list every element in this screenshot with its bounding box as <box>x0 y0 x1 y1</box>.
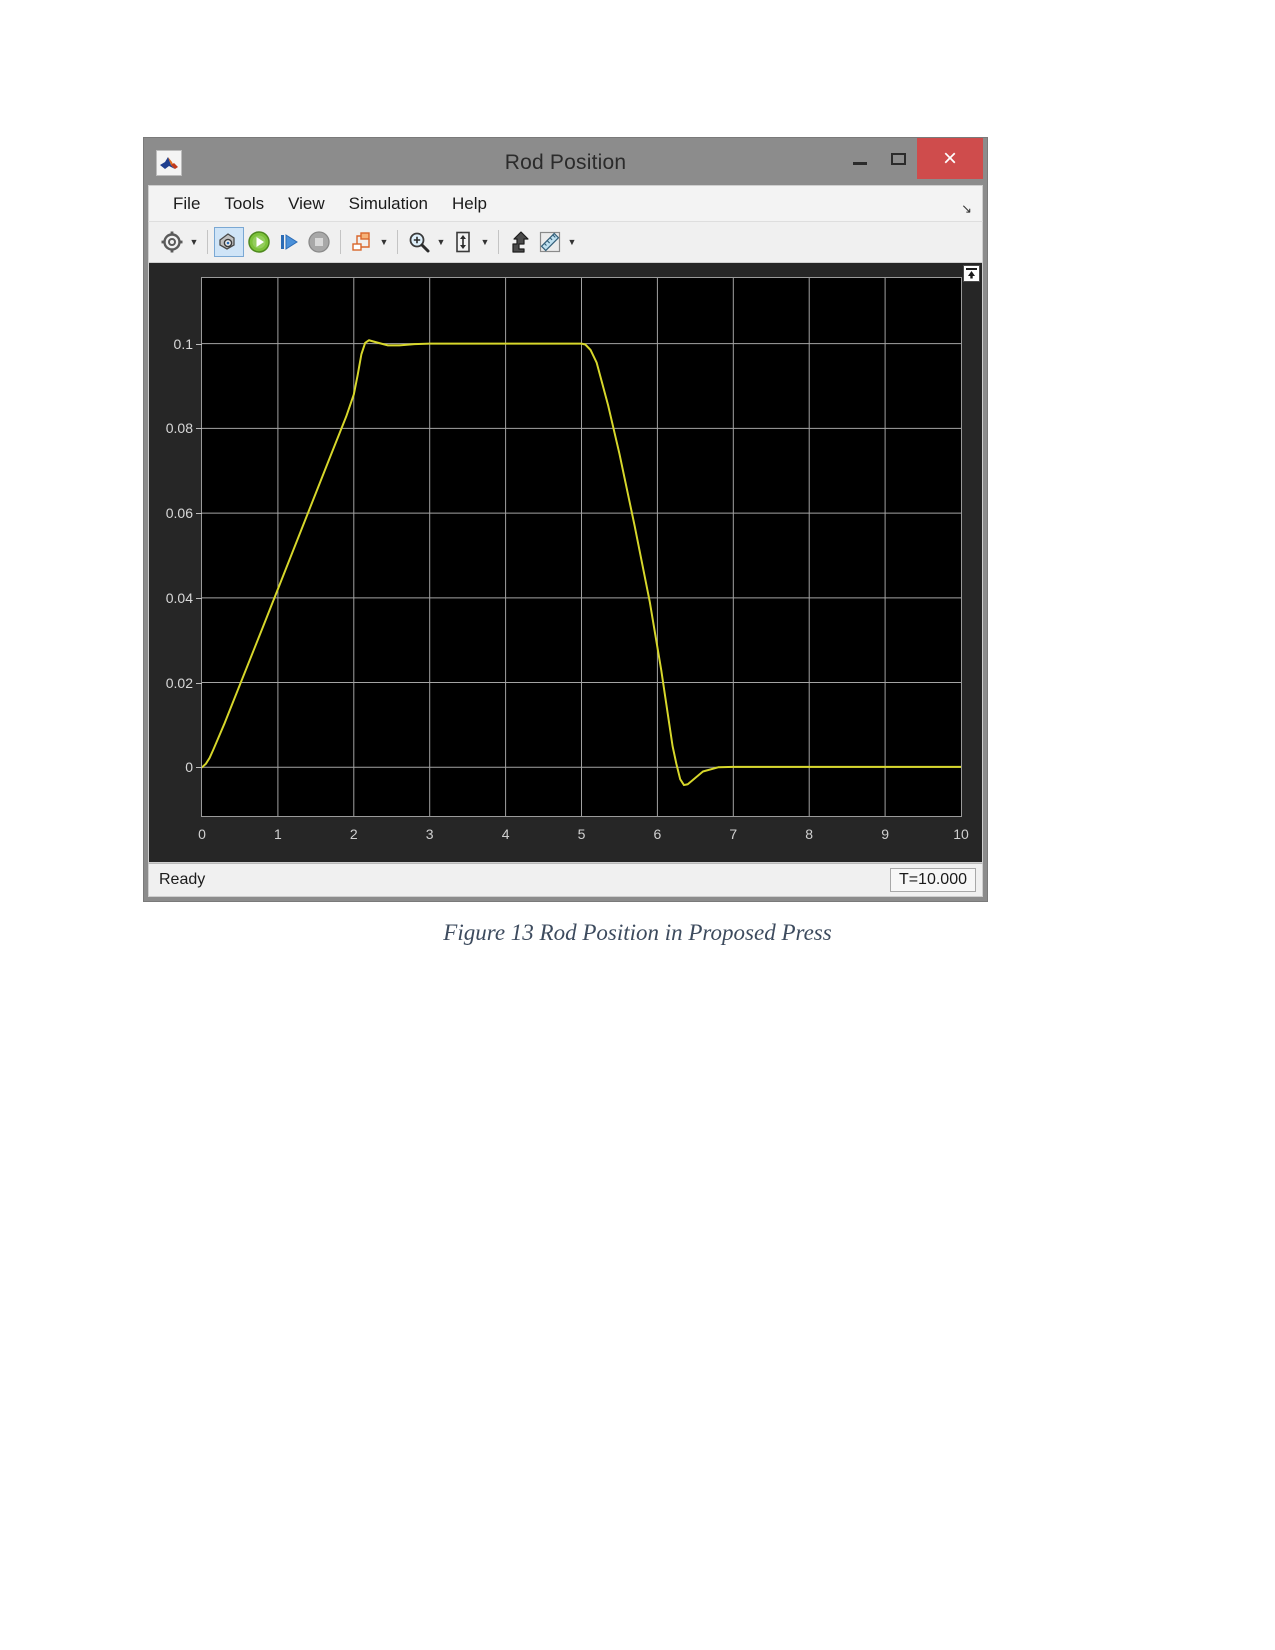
x-tick-label: 8 <box>805 826 814 842</box>
menu-item-help[interactable]: Help <box>440 191 499 217</box>
window-controls: × <box>841 138 983 179</box>
y-tick-label: 0 <box>185 759 193 776</box>
toolbar-separator <box>397 230 398 254</box>
zoom-in-icon <box>409 232 430 253</box>
x-tick-label: 6 <box>653 826 662 842</box>
y-tick-label: 0.02 <box>165 674 193 691</box>
x-tick-label: 1 <box>273 826 282 842</box>
menu-item-tools[interactable]: Tools <box>212 191 276 217</box>
y-tick-label: 0.06 <box>165 505 193 522</box>
signal-selection-icon <box>352 232 370 251</box>
simulink-link-button[interactable] <box>214 227 244 257</box>
scope-window: Rod Position × File Tools View Simulatio… <box>143 137 988 902</box>
menu-item-simulation[interactable]: Simulation <box>337 191 440 217</box>
autoscale-icon <box>456 231 470 253</box>
menu-item-view[interactable]: View <box>276 191 337 217</box>
stop-button[interactable] <box>304 227 334 257</box>
y-tick-label: 0.04 <box>165 589 193 606</box>
x-tick-label: 2 <box>349 826 358 842</box>
cursor-measurements-dropdown[interactable]: ▼ <box>565 228 579 256</box>
step-forward-icon <box>281 234 298 250</box>
close-icon: × <box>942 144 957 172</box>
simulation-time-display: T=10.000 <box>889 868 976 892</box>
autoscale-button[interactable] <box>448 227 478 257</box>
minimize-button[interactable] <box>841 138 879 179</box>
y-tick-mark <box>196 597 202 599</box>
toolbar-separator <box>207 230 208 254</box>
y-tick-label: 0.1 <box>173 335 193 352</box>
y-tick-mark <box>196 343 202 345</box>
toolbar-separator <box>340 230 341 254</box>
y-tick-label: 0.08 <box>165 420 193 437</box>
configuration-properties-button[interactable] <box>157 227 187 257</box>
toolbar-separator <box>498 230 499 254</box>
ruler-icon <box>539 231 561 253</box>
configuration-properties-dropdown[interactable]: ▼ <box>187 228 201 256</box>
status-bar: Ready T=10.000 <box>148 863 983 897</box>
highlight-signal-button[interactable] <box>505 227 535 257</box>
x-tick-label: 5 <box>577 826 586 842</box>
run-button[interactable] <box>244 227 274 257</box>
y-tick-mark <box>196 767 202 769</box>
x-tick-label: 9 <box>881 826 889 842</box>
x-tick-label: 0 <box>198 826 206 842</box>
y-tick-mark <box>196 682 202 684</box>
stop-icon <box>308 231 330 253</box>
signal-selection-dropdown[interactable]: ▼ <box>377 228 391 256</box>
cursor-measurements-button[interactable] <box>535 227 565 257</box>
gear-icon <box>161 231 183 253</box>
signal-selection-button[interactable] <box>347 227 377 257</box>
window-titlebar: Rod Position × <box>148 138 983 185</box>
x-tick-label: 7 <box>729 826 738 842</box>
menu-item-file[interactable]: File <box>161 191 212 217</box>
plot-panel: 0 0.02 0.04 0.06 0.08 0.1 0 1 2 3 4 5 6 7 8 9 10 <box>148 263 983 863</box>
highlight-signal-icon <box>512 231 529 253</box>
x-tick-label: 10 <box>953 826 969 842</box>
status-message: Ready <box>159 871 206 888</box>
play-icon <box>248 231 270 253</box>
x-tick-label: 4 <box>501 826 510 842</box>
close-button[interactable]: × <box>917 138 983 179</box>
plot-canvas <box>201 278 962 816</box>
y-tick-mark <box>196 513 202 515</box>
zoom-in-dropdown[interactable]: ▼ <box>434 228 448 256</box>
autoscale-dropdown[interactable]: ▼ <box>478 228 492 256</box>
maximize-button[interactable] <box>879 138 917 179</box>
toolbar: ▼ ▼ ▼ ▼ ▼ <box>148 221 983 263</box>
x-tick-label: 3 <box>425 826 434 842</box>
plot-axes[interactable]: 0 0.02 0.04 0.06 0.08 0.1 0 1 2 3 4 5 6 7 8 9 10 <box>166 277 969 842</box>
document-page: Rod Position × File Tools View Simulatio… <box>0 0 1275 1650</box>
step-forward-button[interactable] <box>274 227 304 257</box>
menu-bar: File Tools View Simulation Help ↘ <box>148 185 983 221</box>
y-tick-mark <box>196 428 202 430</box>
minimize-icon <box>853 162 867 165</box>
figure-caption: Figure 13 Rod Position in Proposed Press <box>443 920 832 945</box>
maximize-icon <box>890 152 906 165</box>
maximize-axes-button[interactable] <box>963 265 980 282</box>
simulink-link-icon <box>219 233 235 250</box>
menu-expand-icon[interactable]: ↘ <box>961 201 972 217</box>
maximize-axes-icon <box>966 268 977 279</box>
zoom-in-button[interactable] <box>404 227 434 257</box>
